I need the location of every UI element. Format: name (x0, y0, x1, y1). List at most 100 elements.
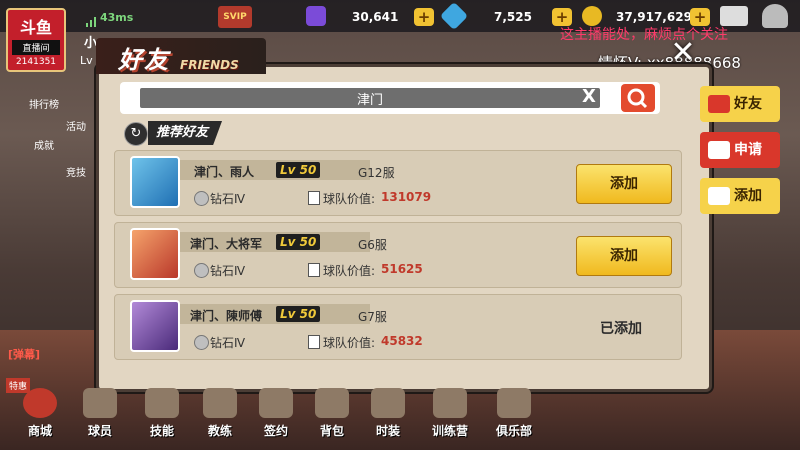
friend-server: G12服 (358, 166, 395, 180)
diamonds-value: 7,525 (494, 10, 532, 24)
bag-icon (315, 388, 349, 418)
danmaku-tag: [弹幕] (8, 348, 41, 361)
gold-value: 37,917,629 (616, 10, 692, 24)
nav-training-label: 训练营 (431, 424, 468, 438)
team-value: 131079 (381, 190, 432, 204)
ping-text: 43ms (100, 11, 134, 24)
add-friend-label: 添加 (610, 248, 638, 264)
friend-level: Lv 50 (276, 162, 321, 178)
dialog-title: 好友 (118, 46, 170, 74)
clear-search-button[interactable]: X (578, 86, 600, 108)
add-friend-label: 添加 (610, 176, 638, 192)
club-icon (497, 388, 531, 418)
tab-requests-label: 申请 (734, 142, 762, 158)
friends-tab-icon (708, 95, 730, 113)
nav-club-label: 俱乐部 (495, 424, 532, 438)
clear-icon: X (582, 86, 596, 107)
team-value-label: 球队价值: (323, 192, 376, 206)
team-value-label: 球队价值: (323, 264, 376, 278)
recommend-label: 推荐好友 (148, 121, 223, 145)
friends-icon[interactable] (762, 4, 788, 28)
close-button[interactable]: ✕ (664, 36, 702, 72)
nav-sign-label: 签约 (263, 424, 288, 438)
coach-icon (203, 388, 237, 418)
document-icon (308, 191, 320, 205)
menu-activity[interactable]: 活动 (66, 118, 86, 133)
friend-avatar[interactable] (130, 300, 180, 352)
menu-competition[interactable]: 竞技 (66, 164, 86, 179)
nav-shop[interactable]: 商城 (14, 388, 66, 448)
menu-ranking[interactable]: 排行榜 (24, 96, 64, 111)
nav-shop-label: 商城 (27, 424, 52, 438)
team-value: 45832 (381, 334, 423, 348)
search-icon (627, 88, 648, 109)
svip-badge[interactable]: SVIP (218, 6, 252, 28)
friend-name: 津门、大将军 (190, 237, 263, 251)
nav-skills[interactable]: 技能 (136, 388, 188, 448)
nav-fashion-label: 时装 (375, 424, 400, 438)
fashion-icon (371, 388, 405, 418)
tab-add[interactable]: 添加 (700, 178, 780, 214)
nav-training[interactable]: 训练营 (418, 388, 482, 448)
document-icon (308, 335, 320, 349)
search-button[interactable] (621, 84, 655, 112)
mail-icon[interactable] (720, 6, 748, 26)
dialog-subtitle: FRIENDS (180, 58, 239, 72)
search-input[interactable] (140, 88, 600, 108)
ticket-icon (306, 6, 326, 26)
rank-icon (194, 335, 209, 350)
nav-bag-label: 背包 (319, 424, 344, 438)
tab-add-label: 添加 (734, 188, 762, 204)
tab-friends[interactable]: 好友 (700, 86, 780, 122)
add-friend-button[interactable]: 添加 (576, 164, 672, 204)
rank-icon (194, 191, 209, 206)
sign-icon (259, 388, 293, 418)
menu-achievement[interactable]: 成就 (24, 137, 64, 152)
tab-requests[interactable]: 申请 (700, 132, 780, 168)
nav-bag[interactable]: 背包 (306, 388, 358, 448)
friend-server: G6服 (358, 238, 387, 252)
add-tab-icon (708, 187, 730, 205)
friend-server: G7服 (358, 310, 387, 324)
rank-icon (194, 263, 209, 278)
stream-notice: 这主播能处，麻烦点个关注 (560, 27, 728, 43)
nav-players[interactable]: 球员 (74, 388, 126, 448)
logo-subtitle: 直播间 (12, 40, 60, 55)
logo-room-id: 2141351 (15, 57, 57, 67)
training-icon (433, 388, 467, 418)
close-icon: ✕ (670, 35, 696, 70)
left-menu: 排行榜 成就 (24, 96, 64, 152)
friend-name: 津门、雨人 (194, 165, 255, 179)
nav-coach-label: 教练 (207, 424, 232, 438)
player-level: Lv (80, 54, 93, 67)
friend-level: Lv 50 (276, 306, 321, 322)
shop-icon (23, 388, 57, 418)
add-friend-button[interactable]: 添加 (576, 236, 672, 276)
logo-title: 斗鱼 (19, 18, 52, 37)
nav-skills-label: 技能 (149, 424, 174, 438)
douyu-logo: 斗鱼 直播间 2141351 (6, 8, 66, 72)
team-value-label: 球队价值: (323, 336, 376, 350)
nav-fashion[interactable]: 时装 (362, 388, 414, 448)
nav-coach[interactable]: 教练 (194, 388, 246, 448)
gold-icon (582, 6, 602, 26)
recommend-icon: ↻ (124, 122, 148, 146)
nav-sign[interactable]: 签约 (250, 388, 302, 448)
add-coins-button[interactable]: + (414, 8, 434, 26)
tab-friends-label: 好友 (734, 96, 762, 112)
friend-avatar[interactable] (130, 156, 180, 208)
document-icon (308, 263, 320, 277)
friend-avatar[interactable] (130, 228, 180, 280)
nav-club[interactable]: 俱乐部 (484, 388, 544, 448)
friend-rank: 钻石Ⅳ (210, 192, 246, 206)
requests-tab-icon (708, 141, 730, 159)
friend-rank: 钻石Ⅳ (210, 264, 246, 278)
skills-icon (145, 388, 179, 418)
coins-value: 30,641 (352, 10, 399, 24)
nav-players-label: 球员 (87, 424, 112, 438)
friend-level: Lv 50 (276, 234, 321, 250)
svip-label: SVIP (223, 12, 247, 22)
friend-name: 津门、陳师傅 (190, 309, 263, 323)
added-status: 已添加 (600, 321, 642, 337)
team-value: 51625 (381, 262, 423, 276)
